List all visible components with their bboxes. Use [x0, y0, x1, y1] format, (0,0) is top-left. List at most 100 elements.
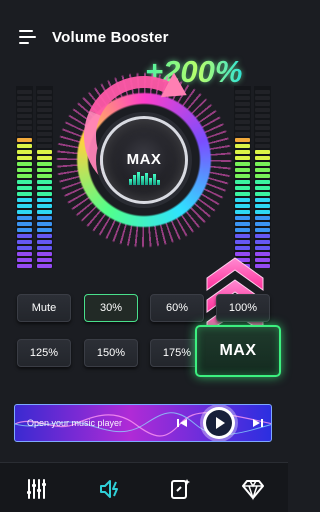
meter-segment — [235, 162, 250, 166]
meter-segment — [255, 120, 270, 124]
next-track-icon[interactable] — [251, 416, 265, 430]
app-title: Volume Booster — [52, 29, 169, 46]
meter-segment — [235, 192, 250, 196]
left-level-meter — [16, 86, 54, 268]
meter-segment — [255, 216, 270, 220]
meter-segment — [17, 174, 32, 178]
preset-max-button[interactable]: MAX — [195, 325, 281, 377]
volume-dial[interactable]: MAX — [54, 59, 234, 262]
meter-segment — [235, 180, 250, 184]
premium-diamond-icon[interactable] — [241, 477, 265, 501]
meter-segment — [235, 156, 250, 160]
meter-segment — [17, 150, 32, 154]
open-player-prompt: Open your music player — [27, 418, 123, 428]
meter-segment — [37, 192, 52, 196]
meter-segment — [37, 228, 52, 232]
preset-150-button[interactable]: 150% — [84, 339, 138, 367]
meter-segment — [255, 246, 270, 250]
meter-segment — [17, 114, 32, 118]
preset-60-button[interactable]: 60% — [150, 294, 204, 322]
meter-column — [254, 86, 271, 268]
preset-100-button[interactable]: 100% — [216, 294, 270, 322]
theme-icon[interactable] — [168, 477, 192, 501]
meter-segment — [255, 114, 270, 118]
meter-segment — [37, 144, 52, 148]
meter-segment — [17, 264, 32, 268]
menu-icon[interactable] — [19, 30, 36, 44]
meter-segment — [235, 102, 250, 106]
meter-segment — [17, 162, 32, 166]
meter-segment — [235, 216, 250, 220]
preset-30-button[interactable]: 30% — [84, 294, 138, 322]
meter-segment — [17, 198, 32, 202]
meter-segment — [37, 102, 52, 106]
meter-segment — [255, 102, 270, 106]
meter-segment — [37, 240, 52, 244]
meter-segment — [37, 204, 52, 208]
meter-segment — [235, 204, 250, 208]
meter-segment — [17, 258, 32, 262]
meter-segment — [37, 252, 52, 256]
meter-segment — [255, 198, 270, 202]
meter-segment — [255, 132, 270, 136]
meter-segment — [235, 222, 250, 226]
meter-segment — [255, 96, 270, 100]
meter-segment — [17, 192, 32, 196]
volume-boost-icon[interactable] — [98, 477, 122, 501]
meter-segment — [37, 216, 52, 220]
meter-segment — [255, 234, 270, 238]
meter-segment — [17, 180, 32, 184]
meter-segment — [37, 150, 52, 154]
meter-segment — [17, 108, 32, 112]
meter-segment — [37, 210, 52, 214]
meter-column — [234, 86, 251, 268]
meter-segment — [235, 126, 250, 130]
meter-segment — [17, 228, 32, 232]
meter-segment — [17, 156, 32, 160]
meter-segment — [255, 180, 270, 184]
meter-segment — [255, 144, 270, 148]
meter-segment — [235, 240, 250, 244]
dial-label: MAX — [126, 151, 162, 168]
meter-segment — [255, 210, 270, 214]
meter-segment — [17, 204, 32, 208]
meter-column — [36, 86, 53, 268]
meter-segment — [255, 162, 270, 166]
meter-segment — [17, 132, 32, 136]
meter-segment — [235, 198, 250, 202]
equalizer-icon[interactable] — [24, 477, 48, 501]
meter-segment — [37, 264, 52, 268]
dial-level-bars — [129, 171, 161, 185]
meter-segment — [37, 246, 52, 250]
meter-segment — [255, 90, 270, 94]
meter-segment — [255, 138, 270, 142]
meter-segment — [17, 222, 32, 226]
meter-segment — [255, 222, 270, 226]
play-icon — [206, 410, 232, 436]
meter-segment — [37, 174, 52, 178]
meter-segment — [37, 180, 52, 184]
meter-column — [16, 86, 33, 268]
meter-segment — [235, 144, 250, 148]
meter-segment — [235, 228, 250, 232]
meter-segment — [37, 222, 52, 226]
dial-knob[interactable]: MAX — [100, 116, 188, 204]
meter-segment — [17, 252, 32, 256]
preset-125-button[interactable]: 125% — [17, 339, 71, 367]
meter-segment — [255, 186, 270, 190]
meter-segment — [255, 150, 270, 154]
meter-segment — [17, 138, 32, 142]
music-player-bar[interactable]: Open your music player — [14, 404, 272, 442]
meter-segment — [235, 168, 250, 172]
meter-segment — [17, 144, 32, 148]
meter-segment — [17, 234, 32, 238]
meter-segment — [235, 174, 250, 178]
app-header: Volume Booster +200% — [0, 0, 288, 89]
meter-segment — [255, 174, 270, 178]
meter-segment — [37, 234, 52, 238]
meter-segment — [235, 234, 250, 238]
play-button[interactable] — [203, 407, 235, 439]
meter-segment — [235, 120, 250, 124]
preset-mute-button[interactable]: Mute — [17, 294, 71, 322]
previous-track-icon[interactable] — [175, 416, 189, 430]
